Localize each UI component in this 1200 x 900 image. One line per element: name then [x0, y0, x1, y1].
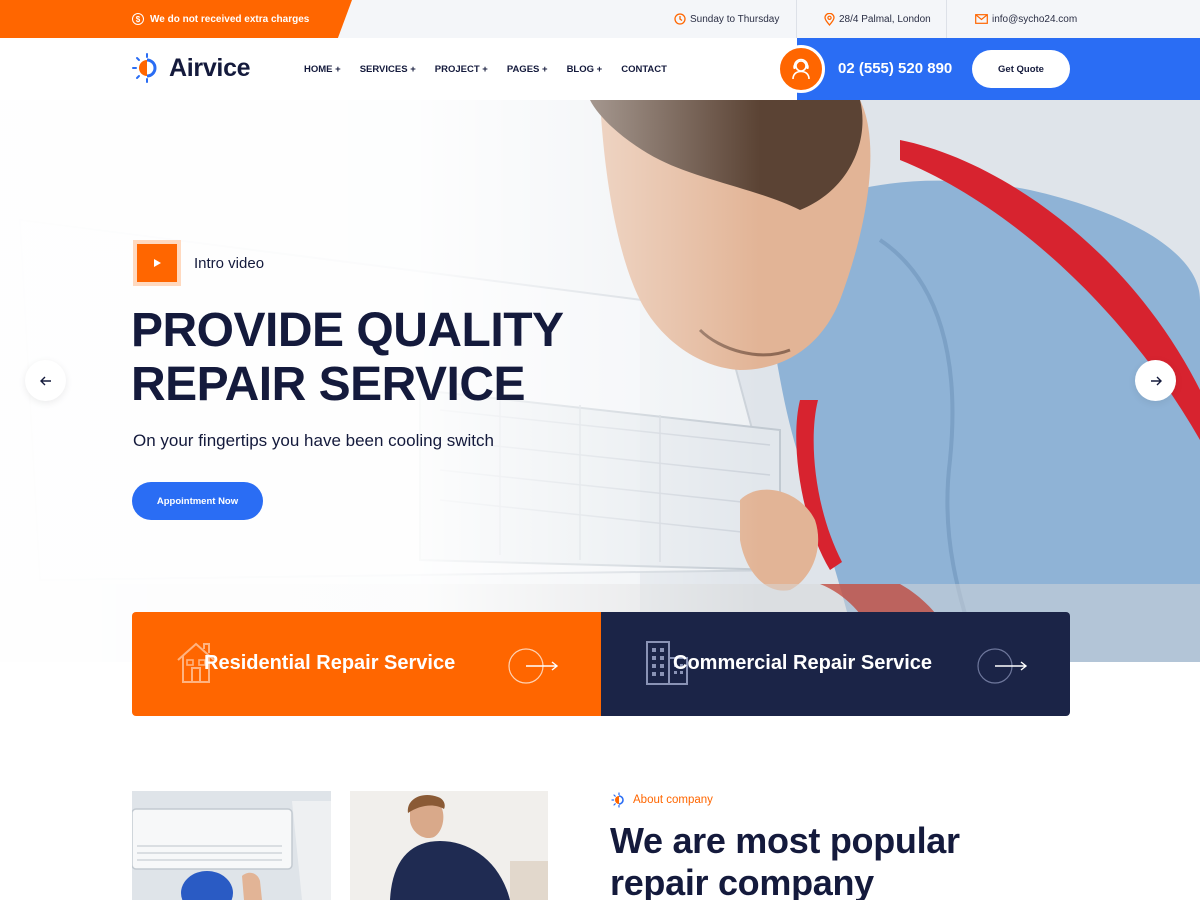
commercial-service-title: Commercial Repair Service — [673, 652, 933, 674]
working-hours: Sunday to Thursday — [674, 0, 779, 38]
commercial-service-card[interactable]: Commercial Repair Service — [601, 612, 1070, 716]
hero-subtitle: On your fingertips you have been cooling… — [133, 431, 494, 450]
intro-video: Intro video — [133, 240, 264, 286]
promo-text: We do not received extra charges — [150, 13, 310, 25]
play-button[interactable] — [133, 240, 181, 286]
address: 28/4 Palmal, London — [824, 0, 931, 38]
arrow-circle-icon — [508, 648, 559, 684]
support-icon — [777, 45, 825, 93]
nav-project[interactable]: PROJECT + — [435, 64, 488, 75]
appointment-button[interactable]: Appointment Now — [132, 482, 263, 520]
get-quote-button[interactable]: Get Quote — [972, 50, 1070, 88]
arrow-circle-icon — [977, 648, 1028, 684]
mail-icon — [975, 14, 988, 24]
logo-text: Airvice — [169, 53, 251, 82]
logo-icon — [132, 53, 157, 83]
nav-blog[interactable]: BLOG + — [567, 64, 603, 75]
next-slide-button[interactable] — [1135, 360, 1176, 401]
about-tag: About company — [611, 792, 713, 808]
nav-home[interactable]: HOME + — [304, 64, 341, 75]
about-tag-text: About company — [633, 794, 713, 806]
about-title-line-2: repair company — [610, 862, 874, 900]
about-image-ac-unit — [132, 791, 331, 900]
top-bar: $ We do not received extra charges Sunda… — [0, 0, 1200, 38]
nav-pages[interactable]: PAGES + — [507, 64, 548, 75]
hours-text: Sunday to Thursday — [690, 13, 780, 25]
email[interactable]: info@sycho24.com — [975, 0, 1077, 38]
hero-title-line-1: PROVIDE QUALITY — [131, 304, 564, 357]
phone-number[interactable]: 02 (555) 520 890 — [838, 60, 952, 77]
logo-mark-icon — [611, 792, 624, 808]
address-text: 28/4 Palmal, London — [839, 13, 931, 25]
residential-service-card[interactable]: Residential Repair Service — [132, 612, 601, 716]
nav-contact[interactable]: CONTACT — [621, 64, 667, 75]
arrow-left-icon — [39, 376, 51, 385]
topbar-divider — [946, 0, 947, 38]
arrow-right-icon — [1150, 376, 1162, 385]
residential-service-title: Residential Repair Service — [204, 652, 456, 674]
about-title: We are most popular repair company — [610, 820, 960, 900]
intro-video-label[interactable]: Intro video — [194, 255, 264, 272]
nav-services[interactable]: SERVICES + — [360, 64, 416, 75]
promo-banner: $ We do not received extra charges — [0, 0, 352, 38]
email-link[interactable]: info@sycho24.com — [992, 14, 1077, 25]
about-image-technician — [350, 791, 548, 900]
map-pin-icon — [824, 12, 835, 26]
info-icon: $ — [132, 13, 144, 25]
hero-title-line-2: REPAIR SERVICE — [131, 358, 525, 411]
logo[interactable]: Airvice — [131, 52, 251, 84]
play-icon — [154, 259, 161, 267]
main-header: Airvice HOME + SERVICES + PROJECT + PAGE… — [0, 38, 1200, 100]
clock-icon — [674, 13, 686, 25]
topbar-divider — [796, 0, 797, 38]
prev-slide-button[interactable] — [25, 360, 66, 401]
main-nav: HOME + SERVICES + PROJECT + PAGES + BLOG… — [304, 38, 686, 100]
hero-title: PROVIDE QUALITY REPAIR SERVICE — [131, 304, 564, 412]
about-title-line-1: We are most popular — [610, 820, 960, 861]
